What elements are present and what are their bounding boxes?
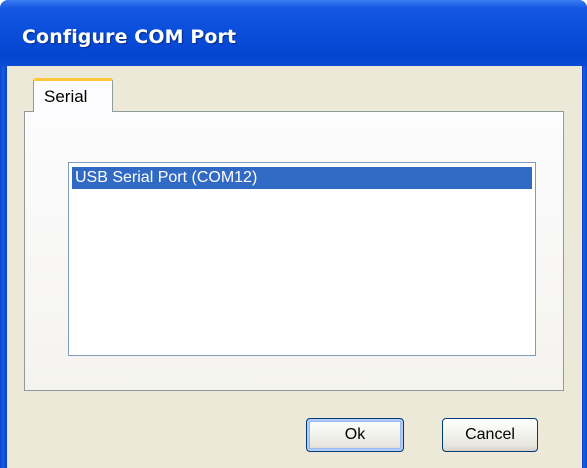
dialog-window: Configure COM Port Serial USB Serial Por… [0, 0, 587, 468]
list-item-usb-serial-port[interactable]: USB Serial Port (COM12) [72, 167, 532, 189]
tab-serial-label: Serial [44, 87, 88, 106]
tab-serial[interactable]: Serial [33, 78, 113, 112]
com-port-listbox[interactable]: USB Serial Port (COM12) [68, 162, 536, 356]
cancel-button[interactable]: Cancel [442, 418, 538, 452]
window-title: Configure COM Port [22, 26, 237, 48]
ok-button[interactable]: Ok [306, 418, 404, 452]
title-bar[interactable]: Configure COM Port [0, 0, 587, 66]
